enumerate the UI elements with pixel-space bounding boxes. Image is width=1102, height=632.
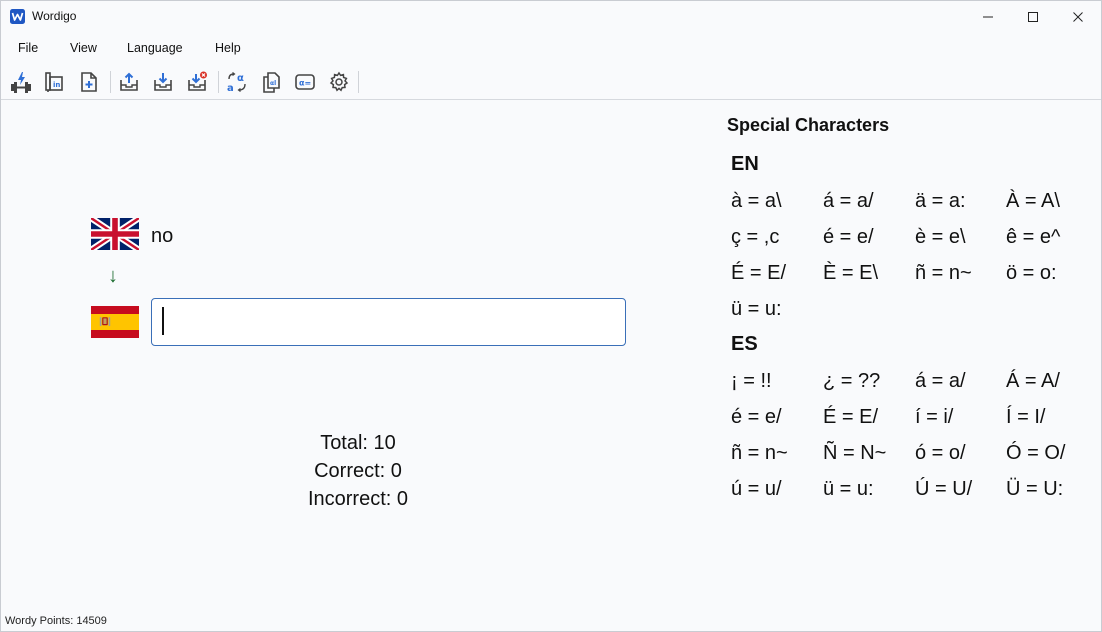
download-remove-button[interactable] bbox=[185, 70, 209, 94]
spain-flag-icon bbox=[91, 306, 139, 338]
wordigo-w-icon bbox=[10, 9, 25, 24]
window-title: Wordigo bbox=[32, 9, 77, 23]
menu-language[interactable]: Language bbox=[127, 41, 183, 55]
download-button[interactable] bbox=[151, 70, 175, 94]
svg-text:αl: αl bbox=[270, 80, 276, 87]
char-mapping: á = a/ bbox=[823, 190, 874, 212]
char-mapping: Ñ = N~ bbox=[823, 442, 887, 464]
dumbbell-practice-icon bbox=[11, 72, 31, 93]
upload-button[interactable] bbox=[117, 70, 141, 94]
char-mapping: í = i/ bbox=[915, 406, 954, 428]
new-file-icon bbox=[81, 72, 97, 92]
char-mapping: Ü = U: bbox=[1006, 478, 1064, 500]
new-file-button[interactable] bbox=[77, 70, 101, 94]
char-mapping: é = e/ bbox=[823, 226, 874, 248]
char-mapping: á = a/ bbox=[915, 370, 966, 392]
minimize-icon bbox=[983, 16, 993, 17]
char-mapping: Ú = U/ bbox=[915, 478, 973, 500]
char-mapping: ö = o: bbox=[1006, 262, 1057, 284]
answer-input[interactable] bbox=[151, 298, 626, 346]
char-mapping: ñ = n~ bbox=[915, 262, 972, 284]
svg-text:α=: α= bbox=[299, 79, 311, 88]
char-mapping: ú = u/ bbox=[731, 478, 782, 500]
char-mapping: ü = u: bbox=[823, 478, 874, 500]
menu-help[interactable]: Help bbox=[215, 41, 241, 55]
minimize-button[interactable] bbox=[965, 1, 1011, 32]
toolbar-separator bbox=[218, 71, 219, 93]
char-mapping: Á = A/ bbox=[1006, 370, 1060, 392]
stat-correct: Correct: 0 bbox=[314, 460, 402, 482]
char-mapping: à = a\ bbox=[731, 190, 782, 212]
char-mapping: ü = u: bbox=[731, 298, 782, 320]
copy-document-button[interactable]: αl bbox=[259, 70, 283, 94]
upload-icon bbox=[120, 72, 138, 91]
char-mapping: ¿ = ?? bbox=[823, 370, 881, 392]
source-word: no bbox=[151, 225, 174, 247]
toolbar: in α a αl α= bbox=[1, 65, 1101, 99]
direction-arrow: ↓ bbox=[108, 265, 118, 287]
section-heading-en: EN bbox=[731, 153, 759, 175]
char-mapping: À = A\ bbox=[1006, 190, 1060, 212]
svg-text:in: in bbox=[53, 81, 60, 89]
svg-text:α: α bbox=[237, 73, 244, 84]
char-mapping: Í = I/ bbox=[1006, 406, 1046, 428]
char-mapping: ñ = n~ bbox=[731, 442, 788, 464]
section-heading-es: ES bbox=[731, 333, 758, 355]
char-mapping: é = e/ bbox=[731, 406, 782, 428]
uk-flag-icon bbox=[91, 218, 139, 250]
swap-languages-button[interactable]: in bbox=[43, 70, 67, 94]
status-wordy-points: Wordy Points: 14509 bbox=[5, 615, 107, 627]
download-icon bbox=[154, 73, 172, 91]
char-mapping: È = E\ bbox=[823, 262, 879, 284]
menu-view[interactable]: View bbox=[70, 41, 97, 55]
maximize-icon bbox=[1028, 11, 1038, 22]
settings-gear-icon bbox=[329, 71, 349, 92]
copy-document-icon: αl bbox=[263, 72, 280, 93]
menu-bar: File View Language Help bbox=[1, 34, 1101, 62]
close-button[interactable] bbox=[1055, 1, 1101, 32]
char-mapping: è = e\ bbox=[915, 226, 966, 248]
title-bar[interactable]: Wordigo bbox=[1, 1, 1101, 32]
download-remove-icon bbox=[188, 71, 207, 91]
swap-languages-icon: in bbox=[45, 72, 63, 92]
toolbar-separator bbox=[358, 71, 359, 93]
stat-incorrect: Incorrect: 0 bbox=[307, 488, 409, 510]
quiz-stats: Total: 10 Correct: 0 Incorrect: 0 bbox=[258, 429, 458, 513]
char-mapping: Ó = O/ bbox=[1006, 442, 1066, 464]
translate-button[interactable]: α a bbox=[225, 70, 249, 94]
char-mapping: É = E/ bbox=[823, 406, 879, 428]
alpha-equals-icon: α= bbox=[295, 74, 315, 90]
char-mapping: ä = a: bbox=[915, 190, 966, 212]
alpha-equals-button[interactable]: α= bbox=[293, 70, 317, 94]
settings-button[interactable] bbox=[327, 70, 351, 94]
translate-alpha-icon: α a bbox=[227, 72, 246, 93]
special-characters-title: Special Characters bbox=[727, 115, 890, 135]
char-mapping: É = E/ bbox=[731, 262, 787, 284]
char-mapping: ó = o/ bbox=[915, 442, 966, 464]
char-mapping: ê = e^ bbox=[1006, 226, 1061, 248]
char-mapping: ¡ = !! bbox=[731, 370, 772, 392]
maximize-button[interactable] bbox=[1010, 1, 1056, 32]
app-window: Wordigo File View Language Help in α a α… bbox=[0, 0, 1102, 632]
svg-text:a: a bbox=[227, 83, 234, 93]
menu-file[interactable]: File bbox=[18, 41, 38, 55]
close-icon bbox=[1073, 11, 1083, 22]
toolbar-divider bbox=[1, 99, 1101, 100]
text-caret bbox=[162, 307, 164, 335]
toolbar-separator bbox=[110, 71, 111, 93]
practice-button[interactable] bbox=[9, 70, 33, 94]
stat-total: Total: 10 bbox=[320, 432, 396, 454]
char-mapping: ç = ,c bbox=[731, 226, 780, 248]
